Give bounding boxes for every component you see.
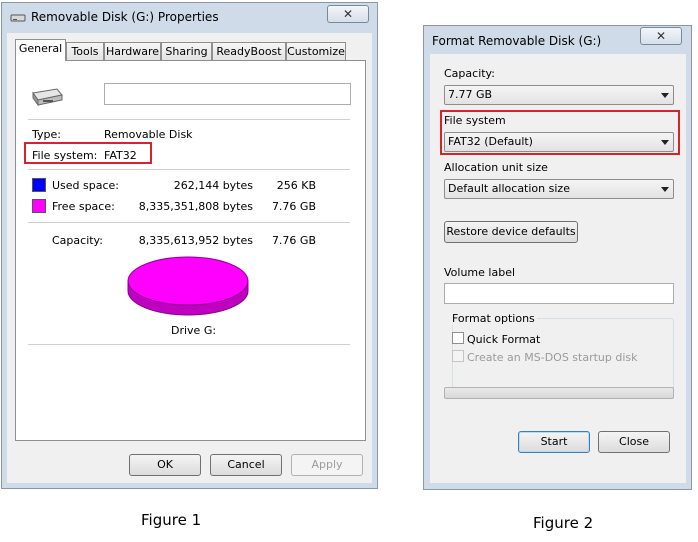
format-dialog-body: Capacity: 7.77 GB File system FAT32 (Def… [430,54,686,483]
msdos-startup-checkbox[interactable] [452,350,464,362]
start-button[interactable]: Start [518,431,590,453]
type-label: Type: [32,128,61,141]
drive-small-icon [10,13,26,22]
divider [28,344,350,345]
format-window: Format Removable Disk (G:) ✕ Capacity: 7… [423,25,692,490]
chevron-down-icon [661,93,669,98]
tab-readyboost[interactable]: ReadyBoost [212,42,286,61]
quick-format-checkbox[interactable] [452,332,464,344]
msdos-startup-label: Create an MS-DOS startup disk [467,351,638,364]
figure1-caption: Figure 1 [141,511,202,529]
chevron-down-icon [661,187,669,192]
capacity-label: Capacity: [52,234,103,247]
cancel-button[interactable]: Cancel [210,454,282,476]
free-space-bytes: 8,335,351,808 bytes [138,200,253,213]
capacity-bytes: 8,335,613,952 bytes [138,234,253,247]
tab-sharing[interactable]: Sharing [161,42,212,61]
free-space-label: Free space: [52,200,115,213]
capacity-label: Capacity: [444,67,495,80]
file-system-select[interactable]: FAT32 (Default) [444,132,674,152]
divider [28,169,350,170]
type-value: Removable Disk [104,128,193,141]
tab-general[interactable]: General [15,39,66,61]
capacity-select[interactable]: 7.77 GB [444,85,674,105]
free-space-size: 7.76 GB [271,200,316,213]
tab-customize[interactable]: Customize [286,42,346,61]
free-space-swatch [32,199,46,213]
used-space-size: 256 KB [276,179,316,192]
close-button[interactable]: Close [598,431,670,453]
capacity-value: 7.77 GB [448,88,493,101]
allocation-unit-label: Allocation unit size [444,161,548,174]
general-panel: Type: Removable Disk File system: FAT32 … [15,60,366,441]
allocation-unit-value: Default allocation size [448,182,570,195]
figure2-caption: Figure 2 [533,514,594,532]
allocation-unit-select[interactable]: Default allocation size [444,179,674,199]
dialog-body: General Tools Hardware Sharing ReadyBoos… [7,33,372,483]
ok-button[interactable]: OK [129,454,201,476]
tab-hardware[interactable]: Hardware [104,42,161,61]
restore-defaults-button[interactable]: Restore device defaults [444,221,578,243]
apply-button[interactable]: Apply [291,454,363,476]
tab-tools[interactable]: Tools [66,42,104,61]
file-system-highlight [24,142,152,164]
disk-usage-pie [126,251,251,321]
volume-label-label: Volume label [444,266,516,279]
used-space-swatch [32,178,46,192]
format-progress-bar [444,387,674,399]
divider [28,222,350,223]
file-system-value: FAT32 (Default) [448,135,533,148]
window-title: Removable Disk (G:) Properties [31,10,219,24]
used-space-bytes: 262,144 bytes [173,179,253,192]
volume-name-input[interactable] [104,83,351,105]
format-window-title: Format Removable Disk (G:) [432,34,602,48]
file-system-label: File system [444,114,506,127]
properties-window: Removable Disk (G:) Properties ✕ General… [1,2,378,489]
volume-label-input[interactable] [444,283,674,304]
close-window-button[interactable]: ✕ [640,27,682,45]
drive-label: Drive G: [171,324,217,337]
quick-format-label: Quick Format [467,333,541,346]
divider [28,119,350,120]
format-options-label: Format options [450,312,537,325]
close-window-button[interactable]: ✕ [327,5,369,23]
chevron-down-icon [661,140,669,145]
used-space-label: Used space: [52,179,120,192]
usb-drive-icon [29,85,65,107]
capacity-size: 7.76 GB [271,234,316,247]
